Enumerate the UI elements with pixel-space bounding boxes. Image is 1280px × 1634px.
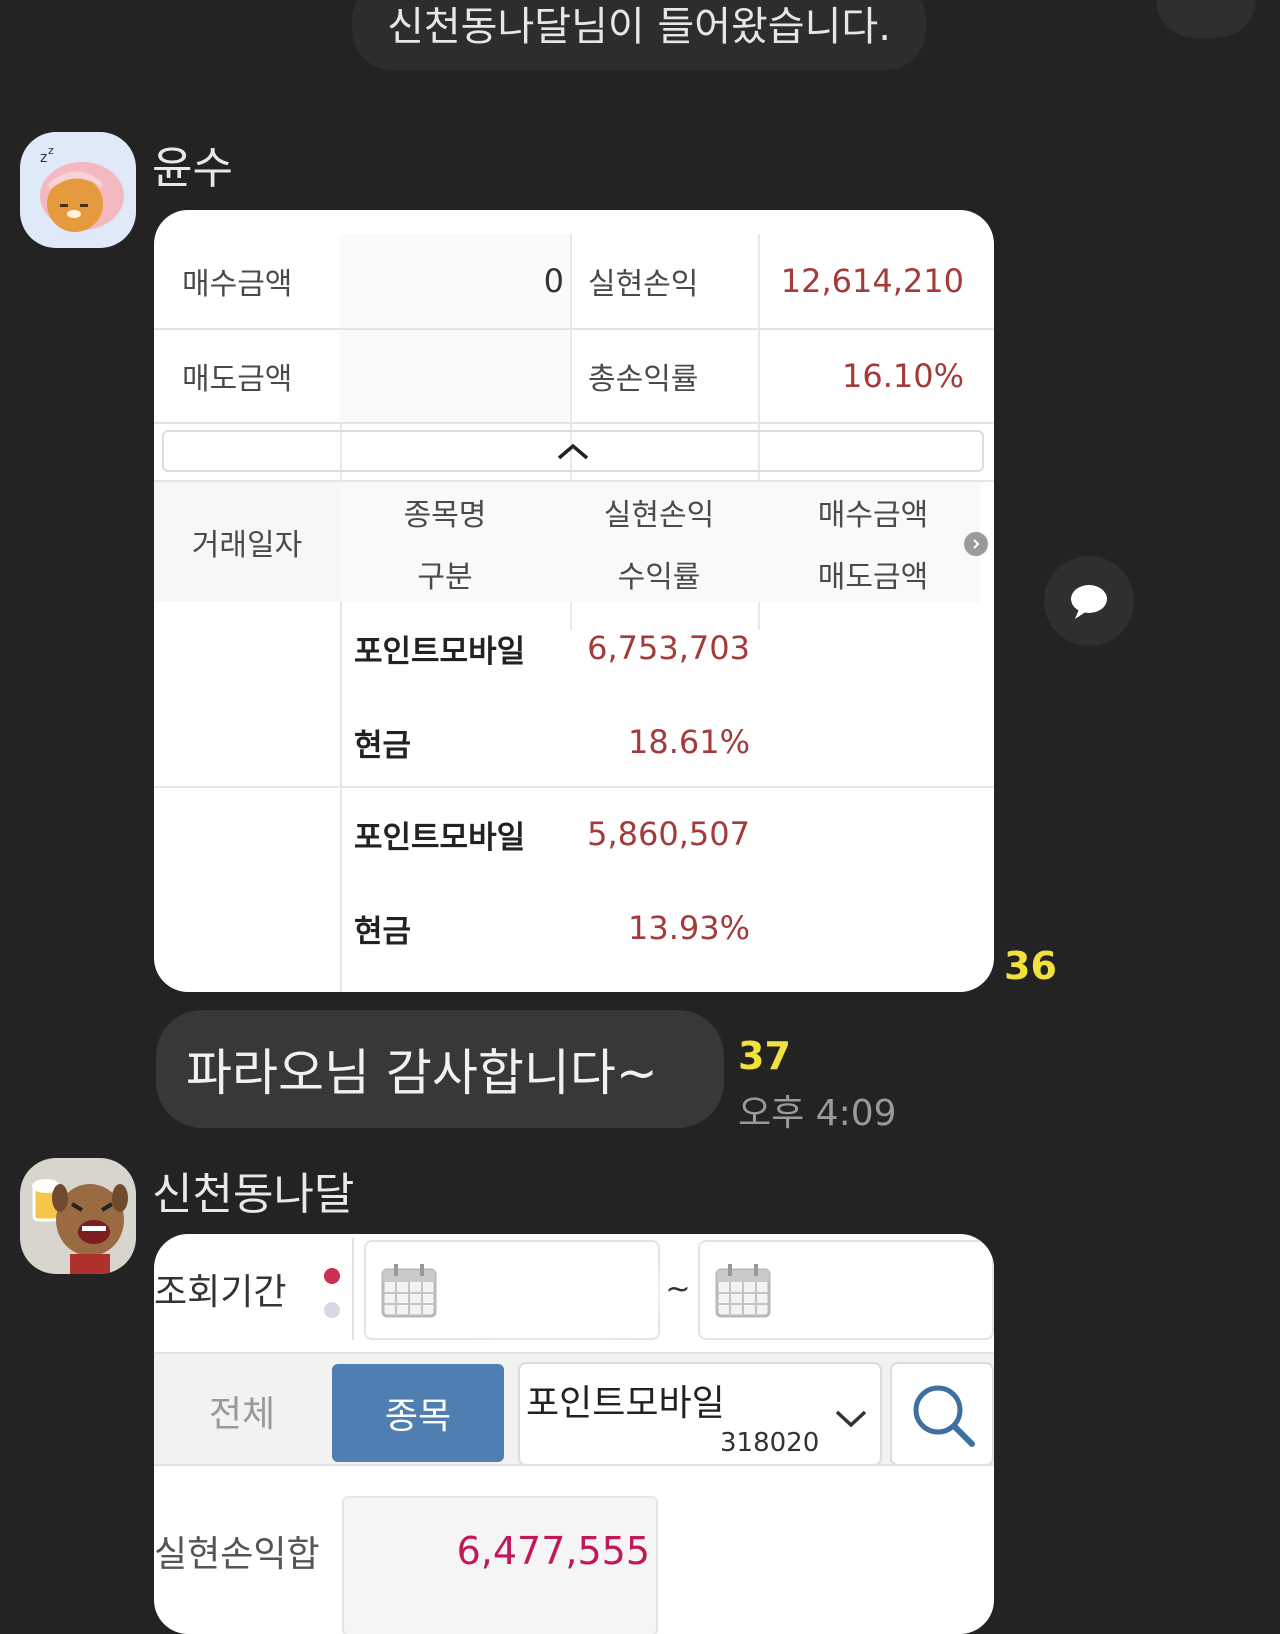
header-return-rate: 수익률 — [617, 560, 701, 595]
calendar-icon — [715, 1264, 771, 1318]
realized-pl-sum-value: 6,477,555 — [456, 1529, 650, 1573]
cheers-character-icon — [20, 1158, 136, 1274]
sender-name: 신천동나달 — [152, 1169, 355, 1220]
row-stock-name: 포인트모바일 — [354, 819, 526, 856]
avatar[interactable] — [20, 1158, 136, 1274]
total-return-value: 16.10% — [841, 357, 964, 395]
search-button[interactable] — [1156, 0, 1256, 38]
system-notice: 신천동나달님이 들어왔습니다. — [352, 0, 926, 70]
stock-select-code: 318020 — [720, 1428, 820, 1458]
buy-amount-value: 0 — [543, 262, 564, 300]
header-buy-amount: 매수금액 — [817, 498, 929, 533]
chevron-down-icon — [835, 1410, 867, 1428]
date-range-separator: ~ — [665, 1271, 691, 1307]
scroll-right-button[interactable] — [964, 532, 988, 556]
speech-bubble-icon — [1071, 585, 1107, 619]
row-stock-name: 포인트모바일 — [354, 633, 526, 670]
sender-name: 윤수 — [152, 143, 233, 194]
row-category: 현금 — [354, 727, 412, 764]
stock-query-card[interactable]: 조회기간 ~ 전체 종목 포인트모바일 318020 실현손익합 6,477,5… — [154, 1234, 994, 1634]
collapse-button[interactable] — [162, 430, 984, 472]
row-realized-pl: 5,860,507 — [587, 815, 750, 853]
header-sell-amount: 매도금액 — [817, 560, 929, 595]
realized-pl-value: 12,614,210 — [780, 262, 964, 300]
buy-amount-label: 매수금액 — [182, 267, 293, 302]
reply-button[interactable] — [1044, 556, 1134, 646]
message-bubble[interactable]: 파라오님 감사합니다~ — [156, 1010, 724, 1128]
row-realized-pl: 6,753,703 — [587, 629, 750, 667]
tab-stock[interactable]: 종목 — [332, 1364, 504, 1462]
stock-select-name: 포인트모바일 — [526, 1383, 725, 1424]
svg-text:z: z — [40, 150, 47, 166]
row-category: 현금 — [354, 913, 412, 950]
header-trade-date: 거래일자 — [191, 528, 303, 563]
end-date-field[interactable] — [698, 1240, 994, 1340]
unread-count: 36 — [1004, 944, 1057, 988]
trade-summary-card[interactable]: 매수금액 0 실현손익 12,614,210 매도금액 총손익률 16.10% … — [154, 210, 994, 992]
message-text: 파라오님 감사합니다~ — [186, 1044, 658, 1102]
period-label: 조회기간 — [154, 1272, 287, 1313]
row-return-rate: 18.61% — [627, 723, 750, 761]
realized-pl-sum-label: 실현손익합 — [154, 1534, 320, 1575]
search-icon — [913, 1385, 975, 1447]
system-notice-text: 신천동나달님이 들어왔습니다. — [387, 4, 891, 50]
total-return-label: 총손익률 — [588, 362, 699, 397]
tab-all[interactable]: 전체 — [154, 1362, 330, 1460]
ryan-sleeping-icon: z z — [20, 132, 136, 248]
header-stock-name: 종목명 — [403, 498, 487, 533]
start-date-field[interactable] — [364, 1240, 660, 1340]
period-radio-selected[interactable] — [324, 1268, 340, 1284]
header-realized-pl: 실현손익 — [603, 498, 715, 533]
message-time: 오후 4:09 — [738, 1093, 897, 1134]
calendar-icon — [381, 1264, 437, 1318]
period-radio[interactable] — [324, 1302, 340, 1318]
sell-amount-label: 매도금액 — [182, 362, 293, 397]
avatar[interactable]: z z — [20, 132, 136, 248]
realized-pl-label: 실현손익 — [588, 267, 699, 302]
stock-select[interactable]: 포인트모바일 318020 — [518, 1362, 882, 1466]
chevron-right-icon — [973, 539, 980, 549]
unread-count: 37 — [738, 1034, 791, 1078]
row-return-rate: 13.93% — [627, 909, 750, 947]
search-button[interactable] — [890, 1362, 994, 1466]
svg-text:z: z — [48, 144, 54, 157]
chevron-up-icon — [557, 443, 589, 460]
header-category: 구분 — [417, 560, 473, 595]
